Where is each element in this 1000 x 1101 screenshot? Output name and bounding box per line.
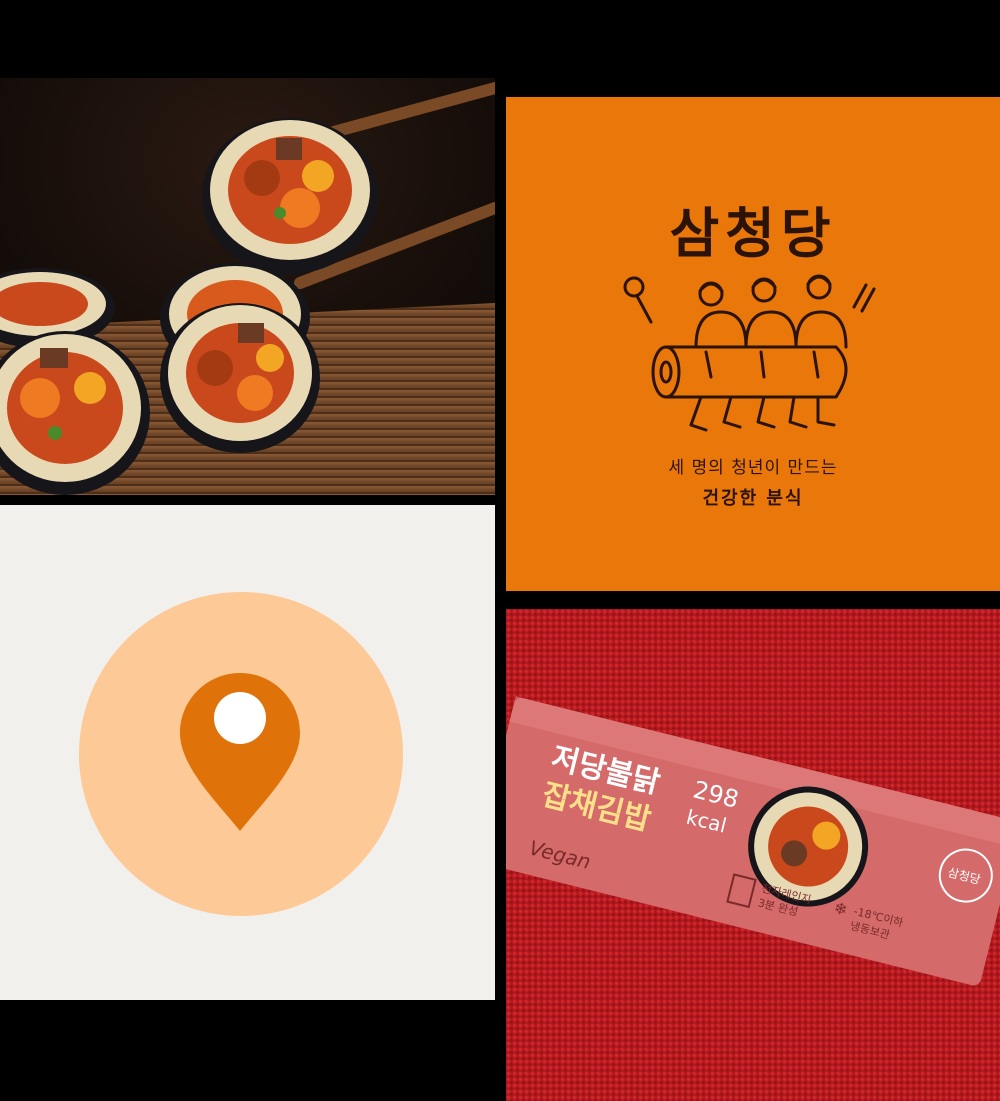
location-panel [0,505,495,1000]
brand-tagline-bold: 건강한 분식 [702,488,804,509]
kimbap-roll [160,303,320,453]
brand-logo-illustration [506,97,1000,591]
brand-tagline: 세 명의 청년이 만드는 [668,458,838,478]
brand-title: 삼청당 [669,202,837,265]
kimbap-roll [202,118,378,274]
product-photo: 저당불닭 잡채김밥 298 kcal Vegan 전자레인지 3분 완성 ❄ -… [506,609,1000,1101]
brand-logo-panel: 삼청당 세 명의 청년이 만드는 건강한 분식 [506,97,1000,591]
kimbap-illustration [0,78,495,495]
kimbap-photo [0,78,495,495]
